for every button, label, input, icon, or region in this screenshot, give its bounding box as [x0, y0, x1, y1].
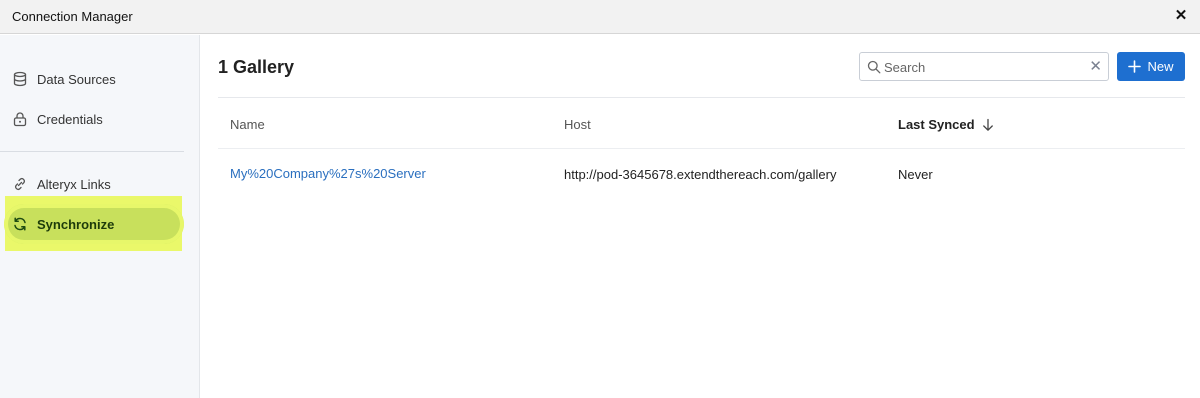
- clear-search-icon[interactable]: ✕: [1089, 58, 1102, 75]
- sidebar-item-label: Credentials: [37, 111, 103, 127]
- sort-down-arrow-icon: [982, 118, 993, 131]
- link-icon: [15, 178, 25, 190]
- database-icon: [13, 71, 27, 87]
- sidebar: Data Sources Credentials Alteryx Links S…: [0, 35, 200, 398]
- lock-icon: [13, 112, 27, 127]
- sidebar-item-label: Data Sources: [37, 71, 116, 87]
- column-header-last-synced[interactable]: Last Synced: [898, 117, 995, 132]
- column-header-name[interactable]: Name: [230, 117, 265, 132]
- search-input[interactable]: [882, 56, 1086, 78]
- title-bar: Connection Manager ✕: [0, 0, 1200, 34]
- sidebar-item-synchronize[interactable]: Synchronize: [4, 204, 184, 244]
- gallery-last-synced: Never: [898, 167, 933, 182]
- page-title: 1 Gallery: [218, 57, 295, 77]
- gallery-name-link[interactable]: My%20Company%27s%20Server: [230, 166, 426, 181]
- plus-icon: [1128, 60, 1142, 73]
- new-button[interactable]: New: [1117, 52, 1185, 81]
- new-button-label: New: [1147, 59, 1174, 74]
- sidebar-item-label: Synchronize: [37, 216, 115, 232]
- window-title: Connection Manager: [12, 9, 133, 24]
- search-icon: [867, 60, 881, 74]
- gallery-host: http://pod-3645678.extendthereach.com/ga…: [564, 167, 837, 182]
- title-divider: [218, 97, 1185, 98]
- sync-icon: [14, 217, 26, 231]
- table-header-divider: [218, 148, 1185, 149]
- sidebar-item-label: Alteryx Links: [37, 176, 111, 192]
- column-header-label: Last Synced: [898, 117, 975, 132]
- close-icon[interactable]: ✕: [1172, 7, 1190, 25]
- sidebar-item-credentials[interactable]: Credentials: [4, 99, 184, 139]
- column-header-host[interactable]: Host: [564, 117, 591, 132]
- sidebar-item-data-sources[interactable]: Data Sources: [4, 59, 184, 99]
- sidebar-divider: [0, 151, 184, 152]
- search-box: ✕: [859, 52, 1109, 81]
